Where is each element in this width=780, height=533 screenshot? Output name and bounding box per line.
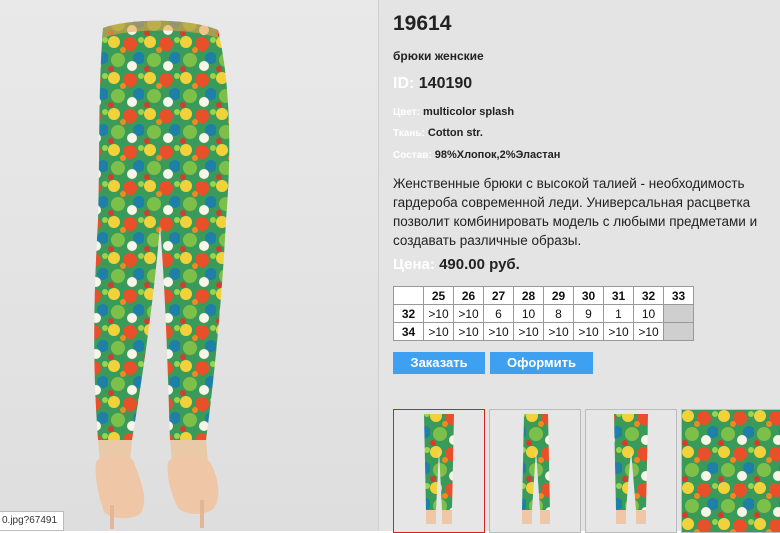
- article-number: 19614: [393, 12, 452, 35]
- fabric-value: Cotton str.: [427, 127, 483, 139]
- height-row-header: 32: [393, 304, 424, 323]
- product-subtitle: брюки женские: [393, 49, 484, 63]
- color-attribute: Цвет: multicolor splash: [393, 106, 514, 118]
- stock-cell[interactable]: >10: [573, 322, 604, 341]
- stock-cell[interactable]: >10: [543, 322, 574, 341]
- order-button[interactable]: Заказать: [393, 352, 485, 374]
- color-label: Цвет:: [393, 107, 420, 118]
- product-info-panel: 19614 брюки женские ID: 140190 Цвет: mul…: [378, 0, 780, 533]
- price-row: Цена: 490.00 руб.: [393, 256, 520, 273]
- height-row-header: 34: [393, 322, 424, 341]
- size-row: 32 >10 >10 6 10 8 9 1 10: [393, 304, 694, 323]
- thumbnail-image: [682, 410, 780, 532]
- thumbnail-detail[interactable]: [681, 409, 780, 533]
- size-column-header: 28: [513, 286, 544, 305]
- stock-cell[interactable]: >10: [423, 322, 454, 341]
- product-photo: [0, 0, 378, 531]
- product-description: Женственные брюки с высокой талией - нео…: [393, 176, 758, 248]
- leggings-illustration: [94, 20, 230, 529]
- size-availability-table: 25 26 27 28 29 30 31 32 33 32 >10 >10 6 …: [393, 286, 694, 341]
- composition-value: 98%Хлопок,2%Эластан: [434, 149, 561, 161]
- stock-cell[interactable]: >10: [603, 322, 634, 341]
- color-value: multicolor splash: [423, 106, 515, 118]
- size-column-header: 29: [543, 286, 574, 305]
- stock-cell[interactable]: 10: [513, 304, 544, 323]
- thumbnail-image: [586, 410, 676, 532]
- stock-cell[interactable]: >10: [423, 304, 454, 323]
- thumbnail-front[interactable]: [393, 409, 485, 533]
- stock-cell[interactable]: 6: [483, 304, 514, 323]
- stock-cell-empty: [663, 322, 694, 341]
- thumbnail-side[interactable]: [489, 409, 581, 533]
- fabric-label: Ткань:: [393, 128, 425, 139]
- stock-cell[interactable]: 8: [543, 304, 574, 323]
- composition-label: Состав:: [393, 150, 432, 161]
- status-bar: 0.jpg?67491: [0, 511, 65, 531]
- size-row: 34 >10 >10 >10 >10 >10 >10 >10 >10: [393, 322, 694, 341]
- stock-cell[interactable]: >10: [483, 322, 514, 341]
- stock-cell[interactable]: 10: [633, 304, 664, 323]
- product-id: ID: 140190: [393, 75, 472, 93]
- thumbnail-image: [490, 410, 580, 532]
- checkout-button[interactable]: Оформить: [490, 352, 593, 374]
- thumbnail-image: [394, 410, 484, 532]
- id-value: 140190: [418, 75, 473, 92]
- stock-cell[interactable]: >10: [453, 304, 484, 323]
- stock-cell[interactable]: >10: [513, 322, 544, 341]
- price-label: Цена:: [393, 256, 435, 273]
- size-header-row: 25 26 27 28 29 30 31 32 33: [393, 286, 694, 305]
- stock-cell[interactable]: 1: [603, 304, 634, 323]
- size-column-header: 30: [573, 286, 604, 305]
- id-label: ID:: [393, 75, 415, 92]
- composition-attribute: Состав: 98%Хлопок,2%Эластан: [393, 149, 560, 161]
- size-column-header: 25: [423, 286, 454, 305]
- size-column-header: 26: [453, 286, 484, 305]
- size-column-header: 27: [483, 286, 514, 305]
- stock-cell[interactable]: >10: [633, 322, 664, 341]
- price-value: 490.00 руб.: [439, 256, 520, 273]
- size-column-header: 33: [663, 286, 694, 305]
- stock-cell[interactable]: >10: [453, 322, 484, 341]
- size-column-header: 32: [633, 286, 664, 305]
- thumbnail-back[interactable]: [585, 409, 677, 533]
- size-column-header: 31: [603, 286, 634, 305]
- stock-cell-empty: [663, 304, 694, 323]
- table-corner-cell: [393, 286, 424, 305]
- fabric-attribute: Ткань: Cotton str.: [393, 127, 483, 139]
- stock-cell[interactable]: 9: [573, 304, 604, 323]
